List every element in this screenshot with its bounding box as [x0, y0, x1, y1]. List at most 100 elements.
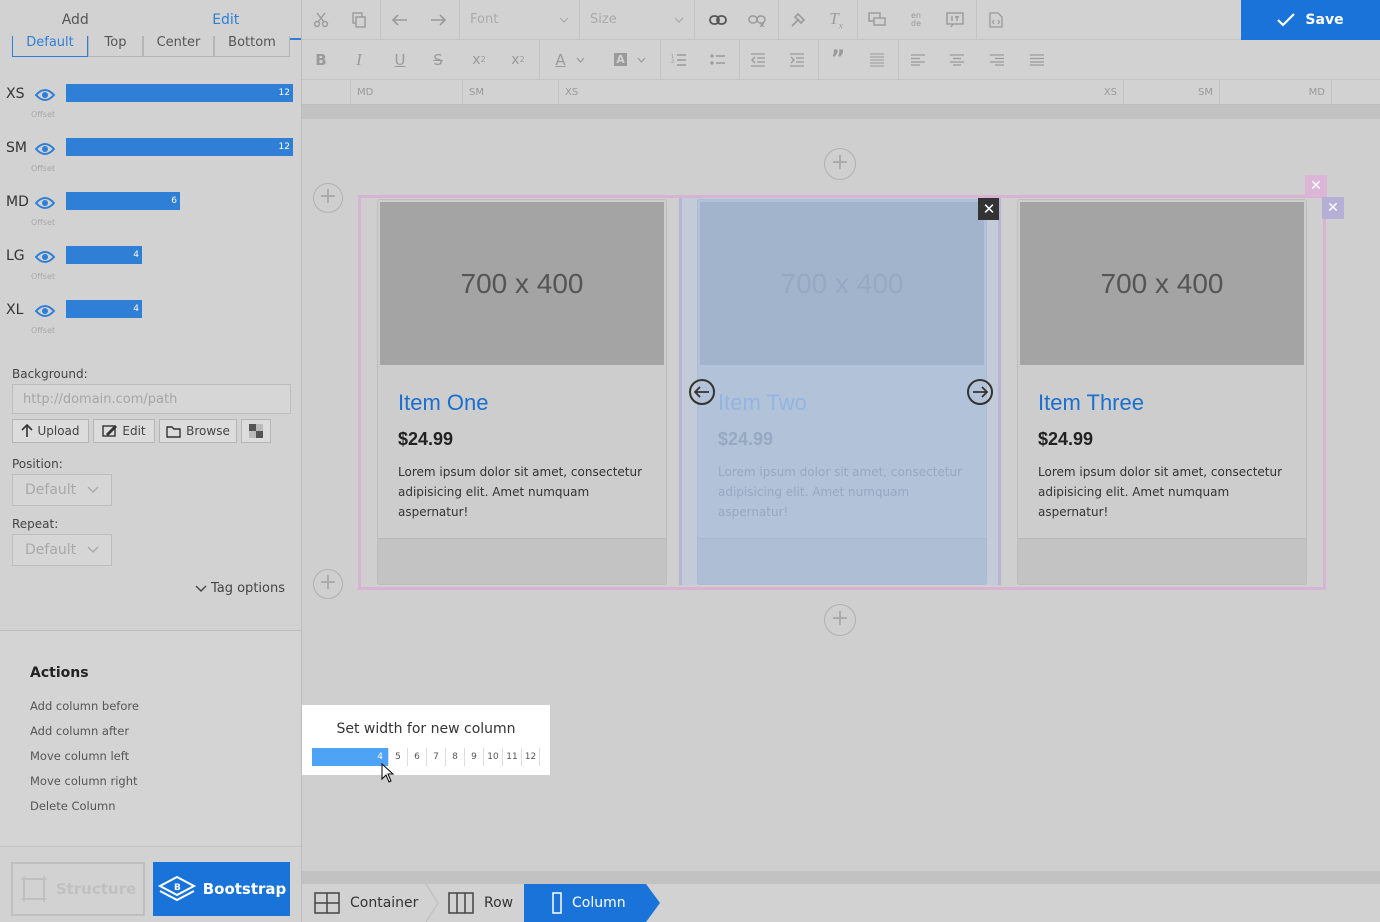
align-right-icon[interactable] — [978, 40, 1016, 79]
column-close-icon[interactable]: ✕ — [978, 198, 1000, 220]
width-option[interactable]: 6 — [407, 748, 426, 766]
offset-label[interactable]: Offset — [31, 218, 55, 227]
breakpoint-width-bar[interactable]: 4 — [66, 300, 142, 318]
special-chars-icon[interactable] — [936, 0, 974, 39]
offset-label[interactable]: Offset — [31, 110, 55, 119]
source-code-icon[interactable] — [977, 0, 1015, 39]
browse-button[interactable]: Browse — [159, 419, 237, 443]
italic-icon[interactable]: I — [340, 40, 378, 79]
card-title[interactable]: Item One — [398, 390, 488, 416]
bold-icon[interactable]: B — [302, 40, 340, 79]
subtab-bottom[interactable]: Bottom — [214, 36, 290, 57]
subtab-center[interactable]: Center — [143, 36, 214, 57]
bg-color-dropdown[interactable]: A — [602, 40, 658, 79]
breakpoint-width-bar[interactable]: 4 — [66, 246, 142, 264]
move-column-left-icon[interactable] — [689, 379, 715, 405]
tab-edit[interactable]: Edit — [150, 0, 301, 40]
save-button[interactable]: Save — [1241, 0, 1380, 40]
width-option[interactable]: 10 — [483, 748, 502, 766]
width-selector[interactable]: 4 5 6 7 8 9 10 11 12 — [312, 748, 540, 766]
action-move-column-right[interactable]: Move column right — [30, 774, 138, 788]
align-left-icon[interactable] — [899, 40, 937, 79]
width-option[interactable]: 8 — [445, 748, 464, 766]
breakpoint-width-bar[interactable]: 6 — [66, 192, 180, 210]
ruler-sm-left[interactable]: SM — [462, 80, 558, 104]
card-title[interactable]: Item Three — [1038, 390, 1144, 416]
action-move-column-left[interactable]: Move column left — [30, 749, 129, 763]
subtab-top[interactable]: Top — [88, 36, 143, 57]
transparent-bg-button[interactable] — [241, 419, 271, 443]
breadcrumb-container[interactable]: Container — [314, 884, 426, 922]
format-painter-icon[interactable] — [779, 0, 817, 39]
eye-icon[interactable] — [35, 88, 55, 102]
subscript-icon[interactable]: x2 — [460, 40, 498, 79]
undo-icon[interactable] — [381, 0, 419, 39]
width-selected-fill[interactable]: 4 — [312, 748, 388, 766]
structure-button[interactable]: Structure — [11, 862, 145, 916]
eye-icon[interactable] — [35, 250, 55, 264]
copy-icon[interactable] — [340, 0, 378, 39]
tab-add[interactable]: Add — [0, 0, 151, 40]
add-row-above-button[interactable]: + — [824, 148, 856, 180]
align-center-icon[interactable] — [938, 40, 976, 79]
underline-icon[interactable]: U — [381, 40, 419, 79]
action-add-column-before[interactable]: Add column before — [30, 699, 139, 713]
font-select[interactable]: Font — [460, 0, 580, 39]
repeat-select[interactable]: Default — [12, 534, 112, 566]
background-url-input[interactable] — [12, 384, 291, 414]
action-add-column-after[interactable]: Add column after — [30, 724, 129, 738]
superscript-icon[interactable]: x2 — [499, 40, 537, 79]
ruler-xs-left[interactable]: XS — [558, 80, 638, 104]
width-option[interactable]: 12 — [521, 748, 540, 766]
width-option[interactable]: 9 — [464, 748, 483, 766]
breakpoint-width-bar[interactable]: 12 — [66, 138, 293, 156]
cut-icon[interactable] — [302, 0, 340, 39]
add-element-after-button[interactable]: + — [313, 569, 343, 599]
align-justify-icon[interactable] — [1018, 40, 1056, 79]
text-color-dropdown[interactable]: A — [542, 40, 598, 79]
translate-icon[interactable]: en de — [897, 0, 935, 39]
offset-label[interactable]: Offset — [31, 326, 55, 335]
action-delete-column[interactable]: Delete Column — [30, 799, 115, 813]
ruler-md-left[interactable]: MD — [350, 80, 462, 104]
ruler-xs-right[interactable]: XS — [1044, 80, 1124, 104]
position-select[interactable]: Default — [12, 474, 112, 506]
width-option[interactable]: 11 — [502, 748, 521, 766]
add-row-below-button[interactable]: + — [824, 604, 856, 636]
indent-icon[interactable] — [778, 40, 816, 79]
upload-button[interactable]: Upload — [12, 419, 89, 443]
size-select[interactable]: Size — [580, 0, 695, 39]
unlink-icon[interactable] — [738, 0, 776, 39]
clear-format-icon[interactable]: Tx — [817, 0, 855, 39]
blockquote-icon[interactable]: ” — [819, 40, 857, 79]
subtab-default[interactable]: Default — [12, 36, 88, 57]
breakpoint-width-bar[interactable]: 12 — [66, 84, 293, 102]
strikethrough-icon[interactable]: S — [419, 40, 457, 79]
comment-icon[interactable] — [858, 0, 896, 39]
product-card[interactable]: 700 x 400 Item Three $24.99 Lorem ipsum … — [1017, 199, 1307, 585]
outdent-icon[interactable] — [739, 40, 777, 79]
tag-options-toggle[interactable]: Tag options — [195, 581, 285, 596]
breadcrumb-column[interactable]: Column — [524, 884, 646, 922]
horizontal-rule-icon[interactable] — [858, 40, 896, 79]
row-close-icon[interactable]: ✕ — [1305, 175, 1327, 197]
bootstrap-button[interactable]: B Bootstrap — [153, 862, 290, 916]
ruler-md-right[interactable]: MD — [1220, 80, 1332, 104]
edit-image-button[interactable]: Edit — [93, 419, 155, 443]
eye-icon[interactable] — [35, 304, 55, 318]
width-option[interactable]: 7 — [426, 748, 445, 766]
product-card[interactable]: 700 x 400 Item One $24.99 Lorem ipsum do… — [377, 199, 667, 585]
move-column-right-icon[interactable] — [967, 379, 993, 405]
container-close-icon[interactable]: ✕ — [1322, 197, 1344, 219]
eye-icon[interactable] — [35, 196, 55, 210]
ordered-list-icon[interactable]: 12 — [660, 40, 698, 79]
breadcrumb-row[interactable]: Row — [448, 884, 524, 922]
redo-icon[interactable] — [419, 0, 457, 39]
offset-label[interactable]: Offset — [31, 164, 55, 173]
eye-icon[interactable] — [35, 142, 55, 156]
offset-label[interactable]: Offset — [31, 272, 55, 281]
link-icon[interactable] — [699, 0, 737, 39]
bullet-list-icon[interactable] — [699, 40, 737, 79]
ruler-sm-right[interactable]: SM — [1124, 80, 1220, 104]
add-element-before-button[interactable]: + — [313, 183, 343, 213]
